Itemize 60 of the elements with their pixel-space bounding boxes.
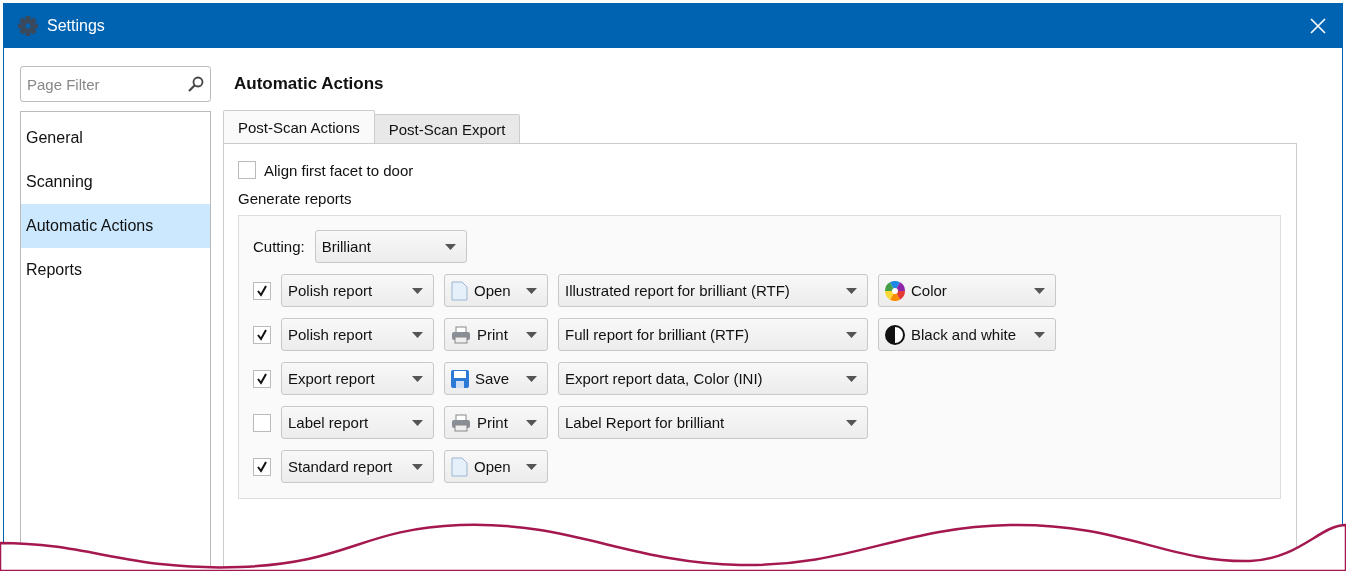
report-type-dropdown[interactable]: Polish report: [281, 274, 434, 307]
action-dropdown[interactable]: Save: [444, 362, 548, 395]
checkbox[interactable]: [253, 325, 271, 344]
search-icon: [188, 76, 204, 92]
template-dropdown[interactable]: Full report for brilliant (RTF): [558, 318, 868, 351]
report-type-dropdown[interactable]: Export report: [281, 362, 434, 395]
caret-icon: [526, 287, 537, 294]
caret-icon: [444, 243, 456, 250]
color-mode-dropdown[interactable]: Black and white: [878, 318, 1056, 351]
caret-icon: [412, 463, 423, 470]
action-dropdown[interactable]: Open: [444, 450, 548, 483]
action-dropdown[interactable]: Print: [444, 406, 548, 439]
page-heading: Automatic Actions: [234, 74, 385, 95]
caret-icon: [412, 375, 423, 382]
template-dropdown[interactable]: Illustrated report for brilliant (RTF): [558, 274, 868, 307]
caret-icon: [846, 287, 857, 294]
template-dropdown[interactable]: Export report data, Color (INI): [558, 362, 868, 395]
caret-icon: [846, 375, 857, 382]
checkbox[interactable]: [253, 281, 271, 300]
cutting-dropdown[interactable]: Brilliant: [314, 230, 467, 263]
caret-icon: [526, 419, 537, 426]
caret-icon: [412, 419, 423, 426]
caret-icon: [846, 331, 857, 338]
action-dropdown[interactable]: Print: [444, 318, 548, 351]
page-list-item[interactable]: Reports: [21, 248, 210, 292]
contrast-icon: [885, 324, 905, 345]
checkbox[interactable]: [253, 369, 271, 388]
template-dropdown[interactable]: Label Report for brilliant: [558, 406, 868, 439]
tab[interactable]: Post-Scan Actions: [223, 110, 375, 144]
page-list-item[interactable]: Automatic Actions: [21, 204, 210, 248]
checkbox[interactable]: [238, 161, 256, 179]
gear-icon: [18, 16, 38, 36]
action-dropdown[interactable]: Open: [444, 274, 548, 307]
cutting-label: Cutting:: [253, 238, 305, 255]
checkbox-label: Align first facet to door: [264, 161, 414, 179]
document-icon: [451, 280, 468, 301]
report-type-dropdown[interactable]: Standard report: [281, 450, 434, 483]
caret-icon: [1034, 287, 1045, 294]
report-type-dropdown[interactable]: Polish report: [281, 318, 434, 351]
printer-icon: [451, 413, 471, 432]
document-icon: [451, 456, 468, 477]
caret-icon: [846, 419, 857, 426]
tab[interactable]: Post-Scan Export: [373, 114, 521, 144]
color-wheel-icon: [885, 280, 905, 301]
page-list-item[interactable]: General: [21, 116, 210, 160]
page-filter-field[interactable]: Page Filter: [20, 66, 211, 102]
page-list-item[interactable]: Scanning: [21, 160, 210, 204]
printer-icon: [451, 325, 471, 344]
caret-icon: [526, 375, 537, 382]
section-label: Generate reports: [238, 190, 353, 207]
caret-icon: [412, 331, 423, 338]
report-type-dropdown[interactable]: Label report: [281, 406, 434, 439]
checkbox[interactable]: [253, 457, 271, 476]
caret-icon: [526, 463, 537, 470]
checkbox[interactable]: [253, 413, 271, 432]
color-mode-dropdown[interactable]: Color: [878, 274, 1056, 307]
caret-icon: [526, 331, 537, 338]
caret-icon: [412, 287, 423, 294]
caret-icon: [1034, 331, 1045, 338]
window-title: Settings: [47, 17, 106, 35]
